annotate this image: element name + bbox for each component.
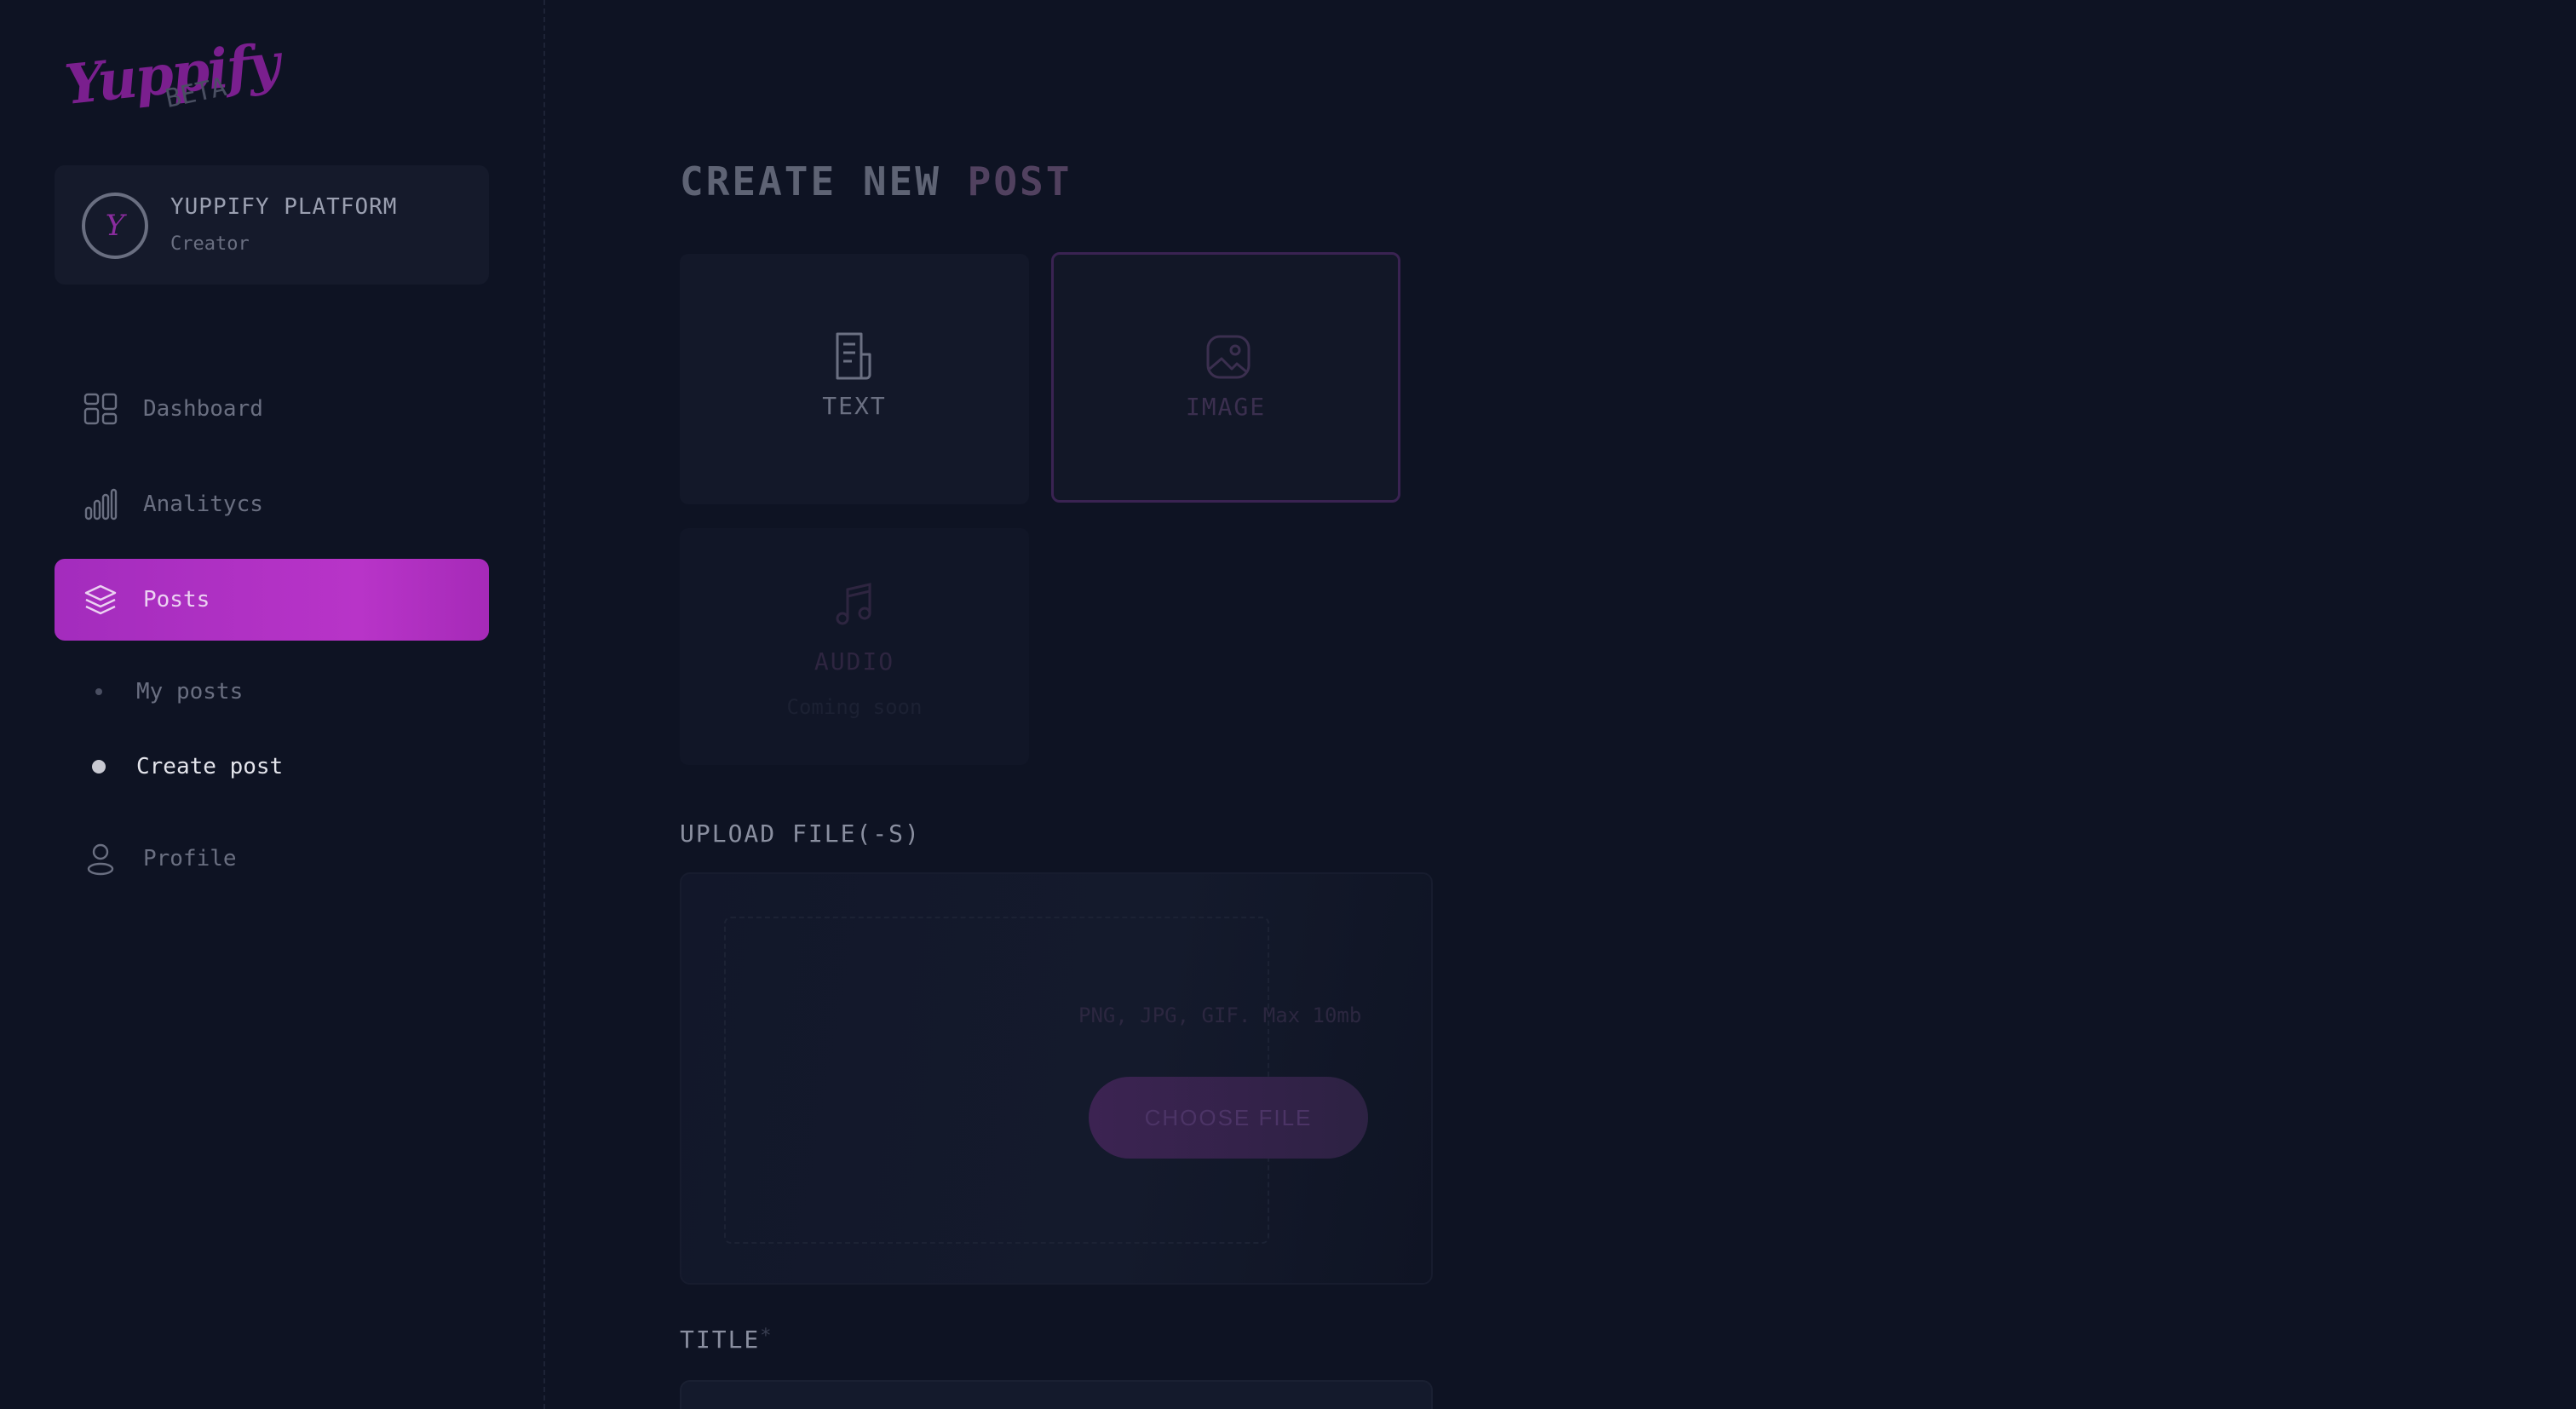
bar-chart-icon <box>84 488 118 520</box>
post-type-text-card[interactable]: TEXT <box>680 254 1029 504</box>
sidebar-subitem-create-post[interactable]: Create post <box>55 741 489 792</box>
page-title: CREATE NEW POST <box>680 158 1072 204</box>
title-field-label: TITLE* <box>680 1326 773 1354</box>
upload-hint: PNG, JPG, GIF. Max 10mb <box>1078 1004 1362 1027</box>
choose-file-button[interactable]: CHOOSE FILE <box>1089 1077 1368 1159</box>
app-root: Yuppify BETA Y YUPPIFY PLATFORM Creator … <box>0 0 2576 1409</box>
avatar: Y <box>82 193 148 259</box>
sidebar-item-label: Dashboard <box>143 396 263 422</box>
bullet-dot-icon <box>92 760 106 774</box>
page-title-main: CREATE NEW <box>680 158 968 204</box>
page-title-accent: POST <box>967 158 1072 204</box>
upload-section-label: UPLOAD FILE(-S) <box>680 820 921 848</box>
logo[interactable]: Yuppify BETA <box>62 32 282 119</box>
sidebar-item-profile[interactable]: Profile <box>55 818 489 900</box>
bullet-dot-icon <box>95 688 102 695</box>
post-type-label: IMAGE <box>1185 393 1267 421</box>
post-type-image-card[interactable]: IMAGE <box>1051 252 1400 503</box>
profile-card[interactable]: Y YUPPIFY PLATFORM Creator <box>55 165 489 285</box>
post-type-label: TEXT <box>822 392 887 420</box>
post-type-label: AUDIO <box>814 647 895 676</box>
title-input[interactable] <box>680 1380 1433 1409</box>
sidebar-item-analytics[interactable]: Analitycs <box>55 463 489 545</box>
sidebar-item-dashboard[interactable]: Dashboard <box>55 368 489 450</box>
dashboard-icon <box>83 393 118 425</box>
post-type-sublabel: Coming soon <box>786 695 923 719</box>
sidebar: Yuppify BETA Y YUPPIFY PLATFORM Creator … <box>0 0 545 1409</box>
layers-icon <box>84 584 117 615</box>
avatar-letter: Y <box>105 209 125 243</box>
image-icon <box>1206 335 1251 379</box>
title-label-text: TITLE <box>680 1326 761 1354</box>
sidebar-item-label: Posts <box>143 587 210 612</box>
sidebar-item-label: Profile <box>143 846 237 871</box>
document-icon <box>836 332 871 380</box>
profile-name: YUPPIFY PLATFORM <box>170 194 398 220</box>
profile-role: Creator <box>170 233 250 255</box>
user-icon <box>87 843 114 876</box>
post-type-audio-card[interactable]: AUDIO Coming soon <box>680 528 1029 765</box>
music-note-icon <box>836 583 871 625</box>
required-mark: * <box>760 1326 773 1347</box>
upload-dropzone[interactable]: PNG, JPG, GIF. Max 10mb CHOOSE FILE <box>680 872 1433 1285</box>
sidebar-item-label: Analitycs <box>143 492 263 517</box>
sidebar-subitem-label: My posts <box>136 679 244 704</box>
sidebar-subitem-my-posts[interactable]: My posts <box>55 666 489 717</box>
sidebar-subitem-label: Create post <box>136 754 284 779</box>
sidebar-item-posts[interactable]: Posts <box>55 559 489 641</box>
